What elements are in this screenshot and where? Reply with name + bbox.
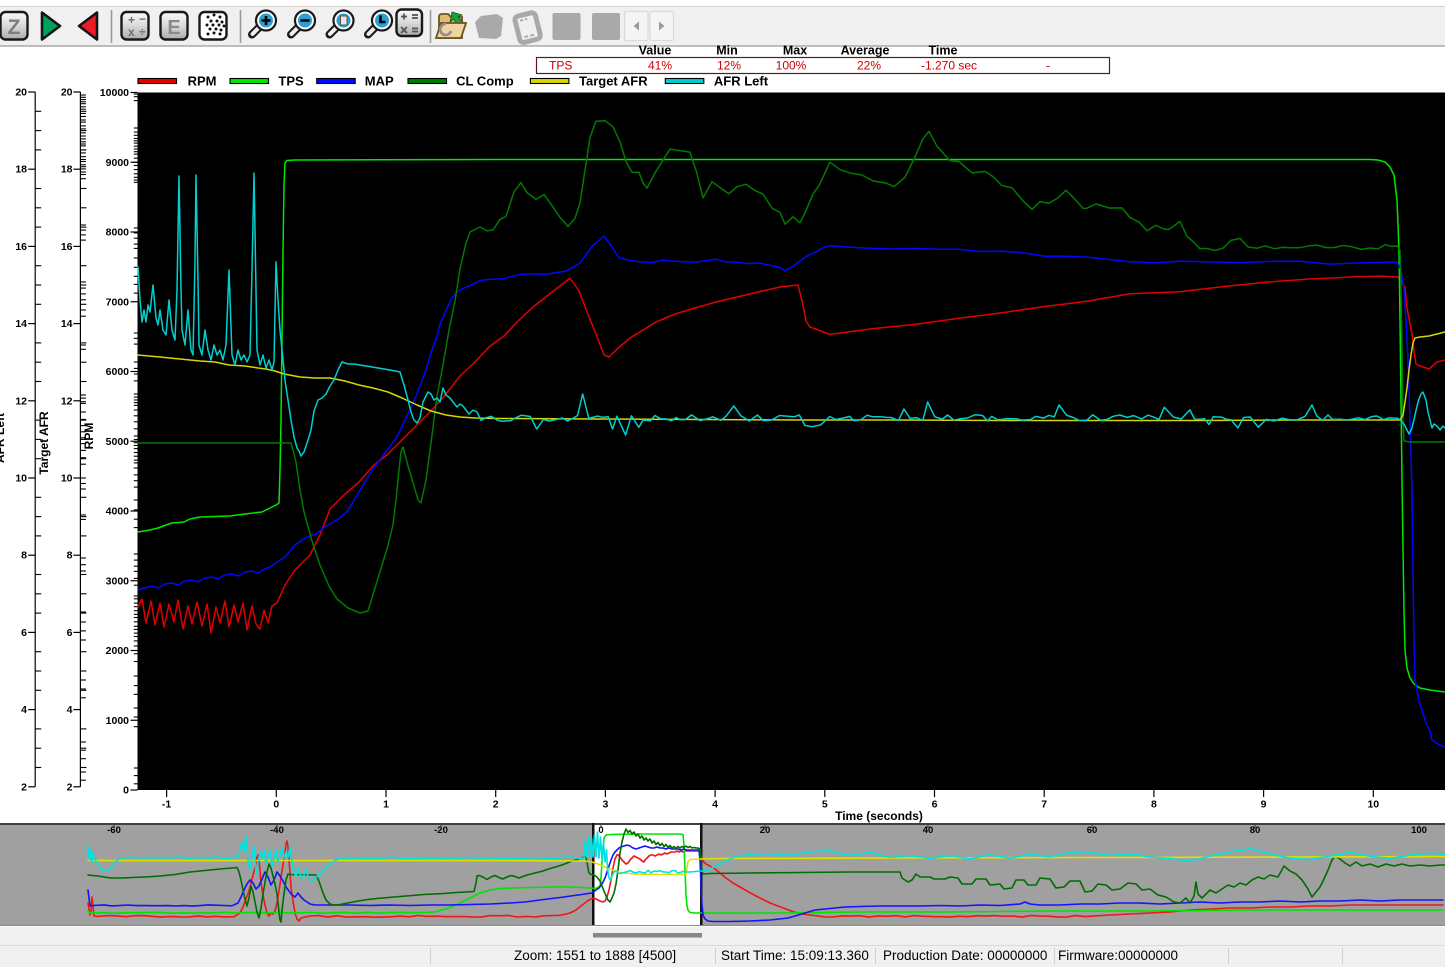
svg-text:10: 10	[1367, 799, 1379, 811]
svg-text:0: 0	[273, 799, 279, 811]
svg-text:Time: Time	[929, 44, 958, 58]
svg-text:4: 4	[712, 799, 718, 811]
svg-text:12: 12	[61, 395, 73, 407]
svg-text:7000: 7000	[106, 296, 130, 308]
svg-text:0: 0	[123, 785, 129, 797]
svg-text:6: 6	[67, 627, 73, 639]
svg-text:18: 18	[61, 164, 73, 176]
svg-text:Zoom: 1551 to 1888 [4500]: Zoom: 1551 to 1888 [4500]	[514, 948, 676, 963]
svg-text:4000: 4000	[106, 506, 130, 518]
svg-text:14: 14	[15, 318, 27, 330]
svg-text:5: 5	[822, 799, 828, 811]
svg-text:20: 20	[15, 87, 27, 99]
svg-text:Firmware:00000000: Firmware:00000000	[1058, 948, 1178, 963]
svg-text:8: 8	[21, 550, 27, 562]
svg-text:5000: 5000	[106, 436, 130, 448]
svg-text:2: 2	[21, 781, 27, 793]
svg-text:Target AFR: Target AFR	[37, 411, 51, 475]
svg-text:RPM: RPM	[82, 423, 96, 450]
svg-text:2: 2	[493, 799, 499, 811]
svg-text:Max: Max	[783, 44, 807, 58]
svg-text:9: 9	[1261, 799, 1267, 811]
svg-text:−: −	[139, 12, 146, 26]
svg-text:1: 1	[383, 799, 389, 811]
svg-text:16: 16	[61, 241, 73, 253]
svg-text:2000: 2000	[106, 645, 130, 657]
svg-text:12%: 12%	[717, 59, 741, 73]
svg-text:Time (seconds): Time (seconds)	[835, 809, 923, 823]
svg-text:3000: 3000	[106, 575, 130, 587]
svg-text:41%: 41%	[648, 59, 672, 73]
svg-text:8000: 8000	[106, 227, 130, 239]
svg-text:Value: Value	[639, 44, 672, 58]
svg-text:-1.270 sec: -1.270 sec	[921, 59, 977, 73]
svg-text:6: 6	[21, 627, 27, 639]
svg-text:20: 20	[61, 87, 73, 99]
svg-text:TPS: TPS	[549, 59, 572, 73]
svg-text:CL Comp: CL Comp	[456, 74, 514, 89]
svg-text:-1: -1	[162, 799, 171, 811]
svg-text:x: x	[128, 25, 135, 39]
svg-text:4: 4	[67, 704, 73, 716]
svg-text:8: 8	[67, 550, 73, 562]
svg-text:AFR Left: AFR Left	[714, 74, 769, 89]
svg-text:Target AFR: Target AFR	[579, 74, 648, 89]
svg-text:4: 4	[21, 704, 27, 716]
svg-text:8: 8	[1151, 799, 1157, 811]
svg-text:12: 12	[15, 395, 27, 407]
svg-text:6: 6	[932, 799, 938, 811]
svg-text:TPS: TPS	[278, 74, 304, 89]
svg-text:E: E	[167, 17, 180, 39]
svg-text:10000: 10000	[100, 87, 129, 99]
svg-text:6000: 6000	[106, 366, 130, 378]
svg-text:MAP: MAP	[365, 74, 394, 89]
svg-text:7: 7	[1041, 799, 1047, 811]
svg-text:Production Date: 00000000: Production Date: 00000000	[883, 948, 1047, 963]
svg-text:÷: ÷	[139, 25, 146, 39]
svg-text:Average: Average	[841, 44, 890, 58]
svg-text:Z: Z	[8, 16, 21, 39]
svg-text:18: 18	[15, 164, 27, 176]
svg-text:16: 16	[15, 241, 27, 253]
svg-text:10: 10	[15, 473, 27, 485]
svg-text:22%: 22%	[857, 59, 881, 73]
svg-text:Start Time: 15:09:13.360: Start Time: 15:09:13.360	[721, 948, 869, 963]
svg-text:AFR Left: AFR Left	[0, 413, 7, 463]
svg-text:-: -	[1046, 59, 1050, 73]
svg-text:2: 2	[67, 781, 73, 793]
svg-text:9000: 9000	[106, 157, 130, 169]
svg-text:10: 10	[61, 473, 73, 485]
svg-text:RPM: RPM	[188, 74, 217, 89]
svg-text:3: 3	[602, 799, 608, 811]
svg-text:14: 14	[61, 318, 73, 330]
svg-text:100%: 100%	[776, 59, 807, 73]
svg-text:1000: 1000	[106, 715, 130, 727]
svg-text:Min: Min	[716, 44, 738, 58]
